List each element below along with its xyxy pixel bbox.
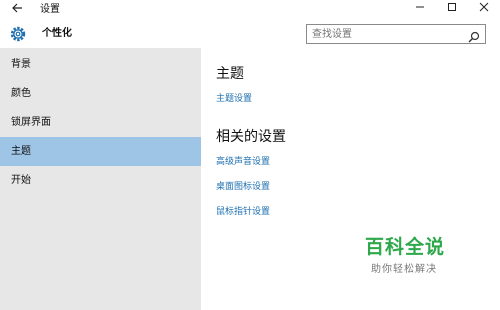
sidebar-item-background[interactable]: 背景 [0,50,201,79]
sidebar-item-start[interactable]: 开始 [0,166,201,195]
gear-icon [9,25,27,43]
main-content: 主题 主题设置 相关的设置 高级声音设置 桌面图标设置 鼠标指针设置 [201,48,500,310]
search-icon[interactable] [468,28,480,43]
page-header: 个性化 [0,20,500,48]
watermark-subtitle: 助你轻松解决 [371,264,437,275]
related-settings-heading: 相关的设置 [216,129,286,145]
watermark-title: 百科全说 [365,236,446,258]
sidebar-item-lock-screen[interactable]: 锁屏界面 [0,108,201,137]
desktop-icon-settings-link[interactable]: 桌面图标设置 [216,181,270,193]
search-input[interactable] [312,27,462,41]
title-bar: 设置 [0,0,500,20]
sidebar-nav: 背景 颜色 锁屏界面 主题 开始 [0,48,201,310]
sidebar-item-colors[interactable]: 颜色 [0,79,201,108]
page-title: 个性化 [42,28,72,39]
close-button[interactable] [469,0,499,20]
minimize-button[interactable] [405,0,435,20]
sidebar-item-themes[interactable]: 主题 [0,137,201,166]
settings-window: 设置 个性化 背景 颜色 锁屏界面 主题 [0,0,500,310]
themes-heading: 主题 [216,66,244,82]
mouse-pointer-settings-link[interactable]: 鼠标指针设置 [216,206,270,218]
search-box[interactable] [306,24,486,44]
back-arrow-icon[interactable] [8,2,26,18]
maximize-button[interactable] [437,0,467,20]
theme-settings-link[interactable]: 主题设置 [216,93,252,105]
advanced-sound-settings-link[interactable]: 高级声音设置 [216,156,270,168]
window-title: 设置 [40,4,60,15]
